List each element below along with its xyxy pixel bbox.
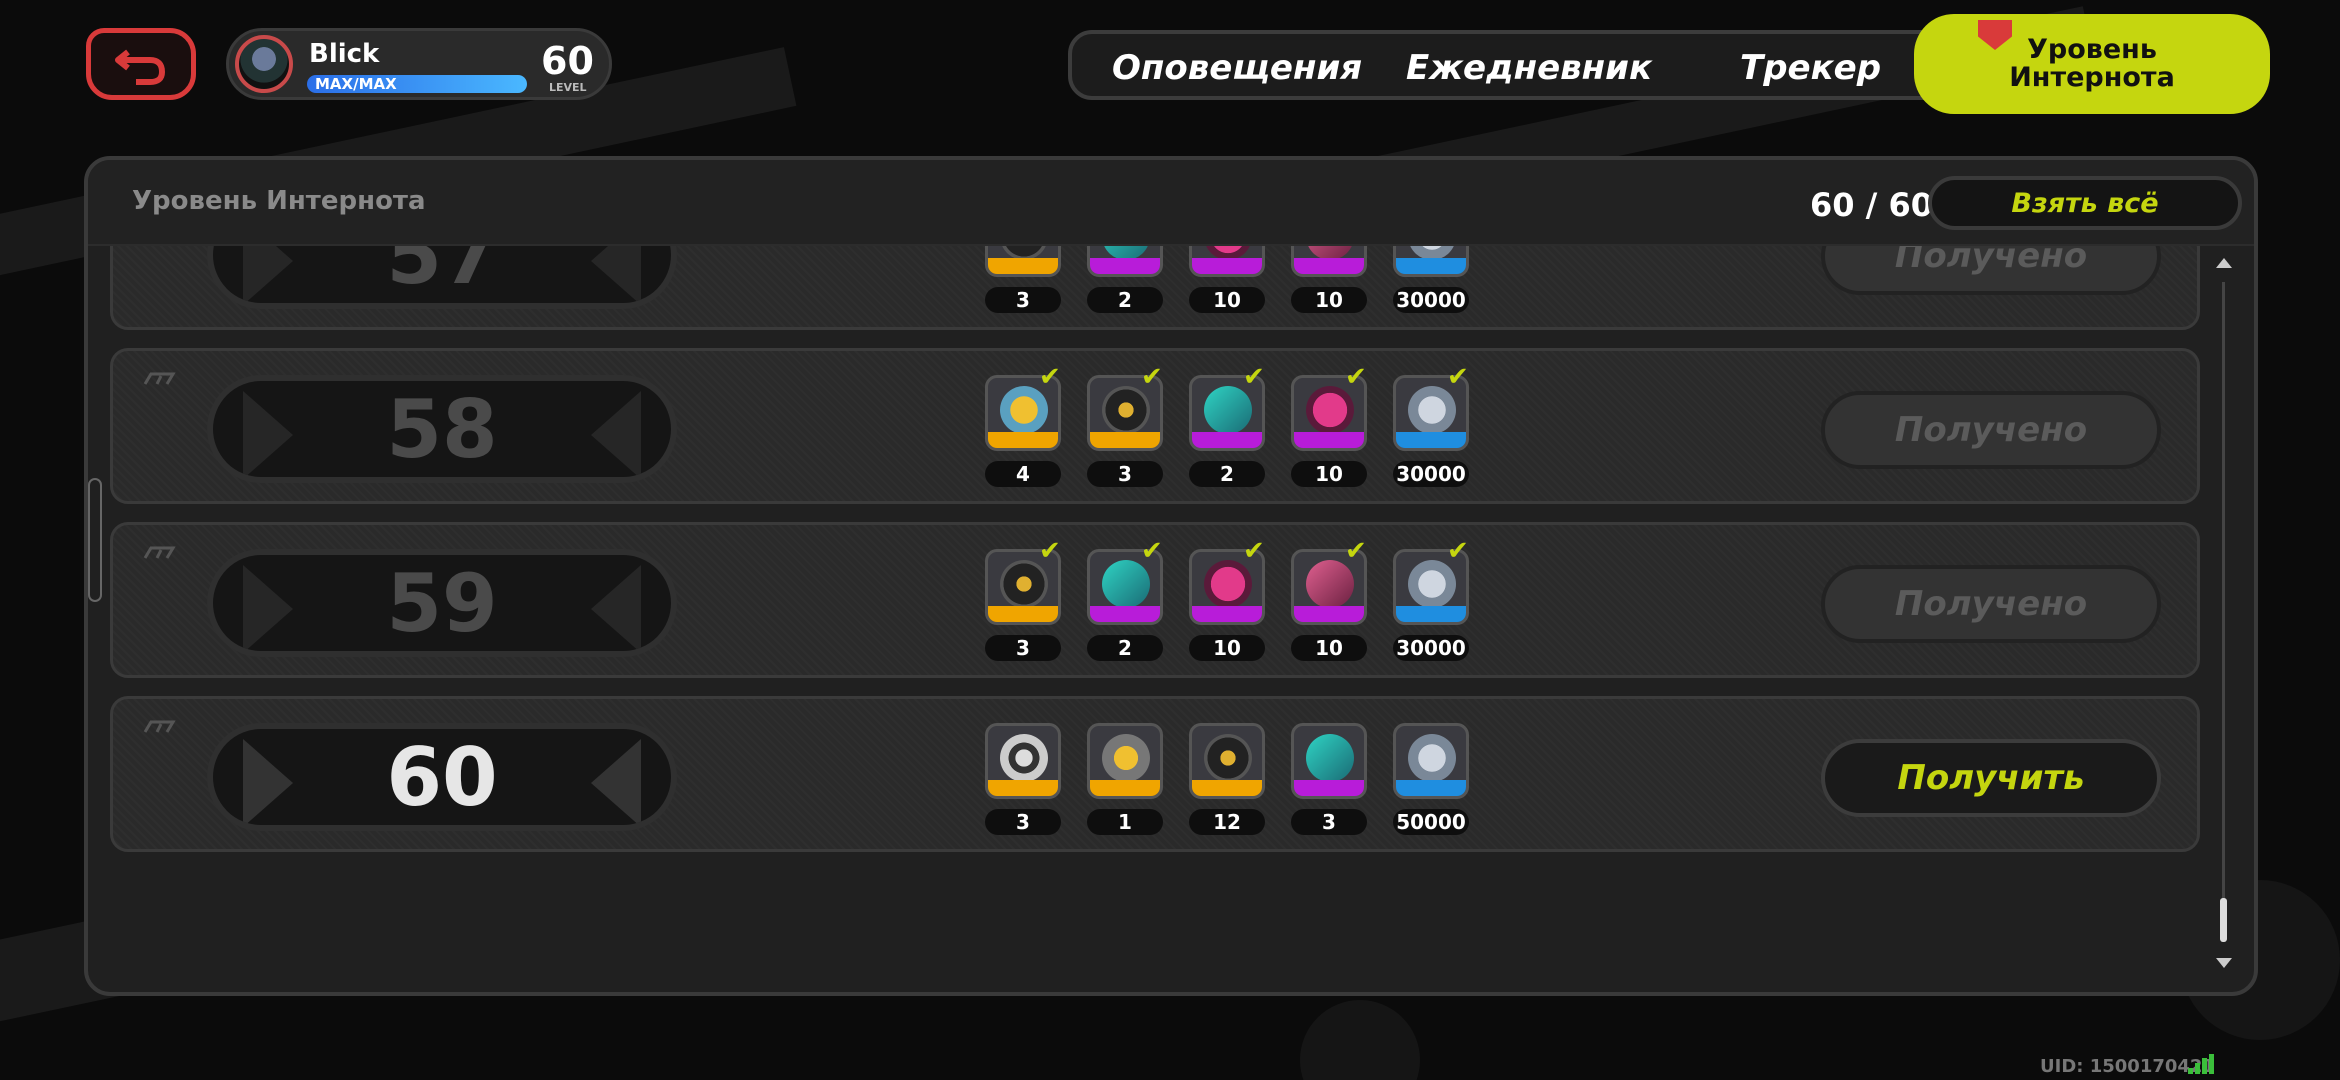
scroll-down-arrow[interactable] — [2216, 958, 2232, 968]
row-logo-icon — [143, 719, 177, 733]
chevron-left-decoration — [243, 565, 293, 651]
reward-item[interactable]: ✔ 4 — [985, 364, 1061, 487]
reward-item[interactable]: ✔ 30000 — [1393, 364, 1469, 487]
level-pill: 59 — [207, 549, 677, 657]
reward-item[interactable]: ✔3 — [1087, 364, 1163, 487]
tab-internot-level[interactable]: Уровень Интернота — [1914, 14, 2270, 114]
reward-qty: 30000 — [1393, 461, 1469, 487]
checkmark-icon: ✔ — [1039, 536, 1061, 566]
chip-icon — [1291, 723, 1367, 799]
scrollbar[interactable] — [2216, 258, 2232, 970]
player-level-label: LEVEL — [549, 81, 587, 94]
avatar — [235, 35, 293, 93]
xp-text: MAX/MAX — [315, 75, 397, 93]
tab-internot-level-label: Уровень Интернота — [2009, 34, 2175, 93]
reward-qty: 12 — [1189, 809, 1265, 835]
side-handle[interactable] — [88, 478, 102, 602]
back-button[interactable] — [86, 28, 196, 100]
checkmark-icon: ✔ — [1345, 536, 1367, 566]
reward-item[interactable]: ✔ 30000 — [1393, 538, 1469, 661]
back-arrow-icon — [115, 49, 166, 85]
claimed-button[interactable]: Получено — [1821, 565, 2161, 643]
claim-all-button[interactable]: Взять всё — [1928, 176, 2242, 230]
reward-qty: 2 — [1189, 461, 1265, 487]
wheel-icon — [985, 723, 1061, 799]
reward-qty: 10 — [1189, 287, 1265, 313]
scroll-up-arrow[interactable] — [2216, 258, 2232, 268]
chevron-right-decoration — [591, 565, 641, 651]
reward-qty: 3 — [985, 809, 1061, 835]
reward-qty: 50000 — [1393, 809, 1469, 835]
reward-qty: 10 — [1291, 461, 1367, 487]
player-profile[interactable]: Blick MAX/MAX 60 LEVEL — [226, 28, 612, 100]
checkmark-icon: ✔ — [1141, 536, 1163, 566]
checkmark-icon: ✔ — [1447, 536, 1469, 566]
reward-item[interactable]: ✔3 — [985, 538, 1061, 661]
top-tabs: Оповещения Ежедневник Трекер — [1068, 30, 1968, 100]
tab-tracker[interactable]: Трекер — [1740, 48, 1881, 88]
reward-qty: 10 — [1291, 287, 1367, 313]
reward-item[interactable]: 3 — [985, 723, 1061, 835]
reward-item[interactable]: ✔ 10 — [1291, 538, 1367, 661]
reward-row: 58 ✔ 4 ✔ 3 ✔ 2 ✔ 10 ✔ 30000 Получено — [110, 348, 2200, 504]
reward-qty: 3 — [985, 635, 1061, 661]
reward-qty: 3 — [1087, 461, 1163, 487]
reward-item[interactable]: 3 — [1291, 723, 1367, 835]
tab-daily[interactable]: Ежедневник — [1406, 48, 1652, 88]
reward-item[interactable]: ✔ 10 — [1291, 364, 1367, 487]
claimed-button[interactable]: Получено — [1821, 391, 2161, 469]
checkmark-icon: ✔ — [1243, 362, 1265, 392]
coin-icon — [1393, 723, 1469, 799]
checkmark-icon: ✔ — [1447, 362, 1469, 392]
progress-count: 60 / 60 — [1810, 186, 1934, 224]
level-pill: 60 — [207, 723, 677, 831]
checkmark-icon: ✔ — [1243, 536, 1265, 566]
level-number: 59 — [386, 556, 498, 650]
checkmark-icon: ✔ — [1345, 362, 1367, 392]
reward-qty: 3 — [1291, 809, 1367, 835]
reward-qty: 10 — [1189, 635, 1265, 661]
chevron-left-decoration — [243, 739, 293, 825]
reward-row: 59 ✔ 3 ✔ 2 ✔ 10 ✔ 10 ✔ 30000 Получено — [110, 522, 2200, 678]
reward-qty: 2 — [1087, 287, 1163, 313]
level-number: 60 — [386, 730, 498, 824]
reward-item[interactable]: ✔ 10 — [1189, 538, 1265, 661]
player-level: 60 — [541, 39, 594, 83]
tab-notifications[interactable]: Оповещения — [1112, 48, 1362, 88]
chevron-right-decoration — [591, 739, 641, 825]
signal-icon — [2188, 1054, 2214, 1074]
reward-qty: 1 — [1087, 809, 1163, 835]
scroll-thumb[interactable] — [2220, 898, 2227, 942]
panel-title: Уровень Интернота — [132, 186, 426, 216]
level-number: 58 — [386, 382, 498, 476]
rewards-panel: Уровень Интернота 60 / 60 Взять всё 3 2 … — [84, 156, 2258, 996]
reward-item[interactable]: 12 — [1189, 723, 1265, 835]
reward-item[interactable]: 50000 — [1393, 723, 1469, 835]
player-name: Blick — [309, 39, 380, 69]
chevron-right-decoration — [591, 391, 641, 477]
chevron-left-decoration — [243, 391, 293, 477]
reward-item[interactable]: ✔2 — [1189, 364, 1265, 487]
reward-qty: 10 — [1291, 635, 1367, 661]
reward-qty: 2 — [1087, 635, 1163, 661]
level-pill: 58 — [207, 375, 677, 483]
checkmark-icon: ✔ — [1141, 362, 1163, 392]
reward-row: 60 3 1 12 3 50000 Получить — [110, 696, 2200, 852]
reward-qty: 3 — [985, 287, 1061, 313]
checkmark-icon: ✔ — [1039, 362, 1061, 392]
reward-qty: 30000 — [1393, 287, 1469, 313]
scroll-track — [2222, 282, 2225, 942]
reward-qty: 30000 — [1393, 635, 1469, 661]
reward-item[interactable]: ✔2 — [1087, 538, 1163, 661]
badge-icon — [1978, 20, 2012, 50]
reward-qty: 4 — [985, 461, 1061, 487]
row-logo-icon — [143, 371, 177, 385]
engine-icon — [1087, 723, 1163, 799]
row-logo-icon — [143, 545, 177, 559]
claim-button[interactable]: Получить — [1821, 739, 2161, 817]
reward-item[interactable]: 1 — [1087, 723, 1163, 835]
panel-header: Уровень Интернота 60 / 60 Взять всё — [88, 160, 2254, 246]
tire-icon — [1189, 723, 1265, 799]
xp-bar: MAX/MAX — [307, 75, 527, 93]
